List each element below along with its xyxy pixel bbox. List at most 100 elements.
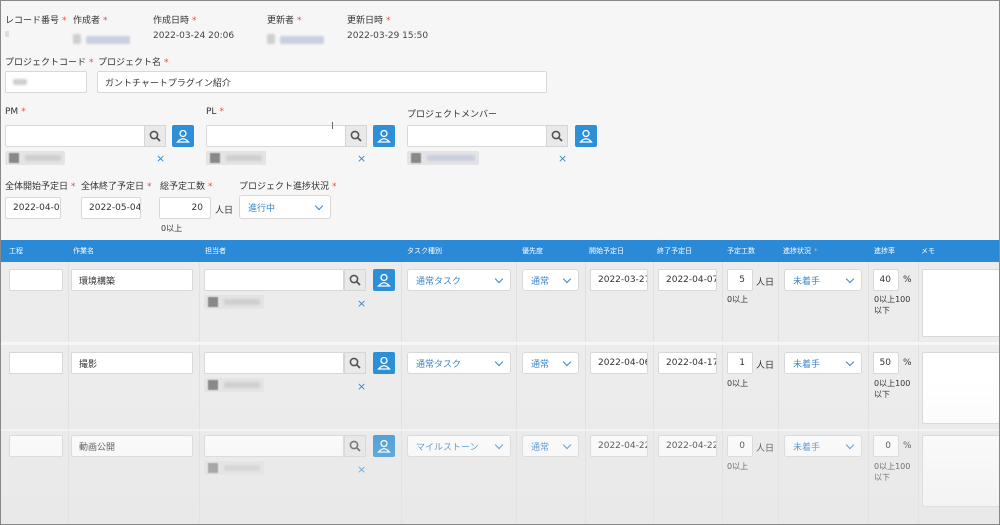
record-no-value <box>5 31 9 37</box>
members-search-button[interactable] <box>546 125 568 147</box>
start-date-input[interactable]: 2022-04-01 <box>5 197 61 219</box>
priority-select[interactable]: 通常 <box>522 352 579 374</box>
assignee-remove-icon[interactable]: × <box>357 298 366 309</box>
rate-input[interactable]: 50 <box>873 352 899 374</box>
assignee-remove-icon[interactable]: × <box>357 464 366 475</box>
priority-value: 通常 <box>531 276 550 287</box>
effort-input[interactable]: 5 <box>727 269 753 291</box>
assignee-user-select-button[interactable] <box>373 435 395 457</box>
effort-input[interactable]: 0 <box>727 435 753 457</box>
table-row: 環境構築 × 通常タスク 通常 2022-03-27 2022-04-07 5 … <box>1 262 999 342</box>
table-header: 工程 作業名 担当者 タスク種別 優先度 開始予定日 終了予定日 予定工数 進捗… <box>1 240 999 262</box>
task-name-input[interactable]: 撮影 <box>71 352 193 374</box>
task-type-select[interactable]: 通常タスク <box>407 269 511 291</box>
status-value: 未着手 <box>793 442 821 453</box>
task-type-select[interactable]: マイルストーン <box>407 435 511 457</box>
status-select[interactable]: 未着手 <box>784 352 862 374</box>
members-user-select-button[interactable] <box>575 125 597 147</box>
pl-remove-icon[interactable]: × <box>357 153 366 164</box>
end-date-input[interactable]: 2022-04-07 <box>658 269 717 291</box>
creator-label: 作成者 * <box>73 16 108 26</box>
members-label: プロジェクトメンバー <box>407 110 498 120</box>
th-effort: 予定工数 <box>727 247 755 255</box>
members-input[interactable] <box>407 125 547 147</box>
pl-user-select-button[interactable] <box>373 125 395 147</box>
rate-input[interactable]: 0 <box>873 435 899 457</box>
assignee-user-select-button[interactable] <box>373 352 395 374</box>
project-code-input[interactable] <box>5 71 87 93</box>
table-row: 動画公開 × マイルストーン 通常 2022-04-22 2022-04-22 … <box>1 431 999 524</box>
end-date-input[interactable]: 2022-05-04 <box>81 197 141 219</box>
task-type-value: 通常タスク <box>416 359 462 370</box>
effort-unit: 人日 <box>756 444 775 454</box>
pm-label: PM * <box>5 107 26 117</box>
user-icon <box>377 356 391 370</box>
project-name-input[interactable]: ガントチャートプラグイン紹介 <box>97 71 547 93</box>
user-icon <box>579 129 593 143</box>
effort-hint: 0以上 <box>727 379 749 388</box>
pm-user-select-button[interactable] <box>172 125 194 147</box>
chevron-down-icon <box>562 357 572 366</box>
user-icon <box>377 273 391 287</box>
process-input[interactable] <box>9 435 63 457</box>
assignee-remove-icon[interactable]: × <box>357 381 366 392</box>
rate-input[interactable]: 40 <box>873 269 899 291</box>
search-icon <box>349 274 361 286</box>
chevron-down-icon <box>845 274 855 283</box>
task-name-input[interactable]: 環境構築 <box>71 269 193 291</box>
th-task-name: 作業名 <box>73 247 94 255</box>
start-date-input[interactable]: 2022-04-06 <box>590 352 648 374</box>
end-date-input[interactable]: 2022-04-22 <box>658 435 717 457</box>
assignee-input[interactable] <box>204 269 344 291</box>
user-icon <box>176 129 190 143</box>
updater-value[interactable] <box>267 29 325 48</box>
assignee-input[interactable] <box>204 435 344 457</box>
assignee-input[interactable] <box>204 352 344 374</box>
project-code-label: プロジェクトコード * <box>5 58 94 68</box>
memo-textarea[interactable] <box>922 352 999 424</box>
priority-select[interactable]: 通常 <box>522 435 579 457</box>
process-input[interactable] <box>9 352 63 374</box>
memo-textarea[interactable] <box>922 435 999 507</box>
effort-label: 総予定工数 * <box>160 182 213 192</box>
priority-select[interactable]: 通常 <box>522 269 579 291</box>
text-cursor-icon: I <box>331 121 334 132</box>
rate-unit: % <box>903 358 912 368</box>
chevron-down-icon <box>494 274 504 283</box>
members-remove-icon[interactable]: × <box>558 153 567 164</box>
pm-remove-icon[interactable]: × <box>156 153 165 164</box>
end-date-input[interactable]: 2022-04-17 <box>658 352 717 374</box>
chevron-down-icon <box>562 440 572 449</box>
rate-hint: 0以上100 以下 <box>874 379 911 399</box>
status-select[interactable]: 未着手 <box>784 435 862 457</box>
project-status-select[interactable]: 進行中 <box>239 195 331 219</box>
pl-input[interactable] <box>206 125 346 147</box>
assignee-user-select-button[interactable] <box>373 269 395 291</box>
start-date-label: 全体開始予定日 * <box>5 182 76 192</box>
memo-textarea[interactable] <box>922 269 999 337</box>
assignee-search-button[interactable] <box>344 352 366 374</box>
th-task-type: タスク種別 <box>407 247 442 255</box>
effort-input[interactable]: 20 <box>159 197 211 219</box>
project-name-label: プロジェクト名 * <box>98 58 169 68</box>
pm-search-button[interactable] <box>144 125 166 147</box>
effort-input[interactable]: 1 <box>727 352 753 374</box>
members-chip <box>407 151 479 165</box>
status-select[interactable]: 未着手 <box>784 269 862 291</box>
start-date-input[interactable]: 2022-04-22 <box>590 435 648 457</box>
pl-search-button[interactable] <box>345 125 367 147</box>
created-at-label: 作成日時 * <box>153 16 197 26</box>
start-date-input[interactable]: 2022-03-27 <box>590 269 648 291</box>
search-icon <box>551 130 563 142</box>
assignee-search-button[interactable] <box>344 435 366 457</box>
pm-input[interactable] <box>5 125 145 147</box>
th-assignee: 担当者 <box>205 247 226 255</box>
task-name-input[interactable]: 動画公開 <box>71 435 193 457</box>
rate-hint: 0以上100 以下 <box>874 295 911 315</box>
status-value: 未着手 <box>793 359 821 370</box>
creator-value[interactable] <box>73 29 131 48</box>
process-input[interactable] <box>9 269 63 291</box>
chevron-down-icon <box>562 274 572 283</box>
assignee-search-button[interactable] <box>344 269 366 291</box>
task-type-select[interactable]: 通常タスク <box>407 352 511 374</box>
